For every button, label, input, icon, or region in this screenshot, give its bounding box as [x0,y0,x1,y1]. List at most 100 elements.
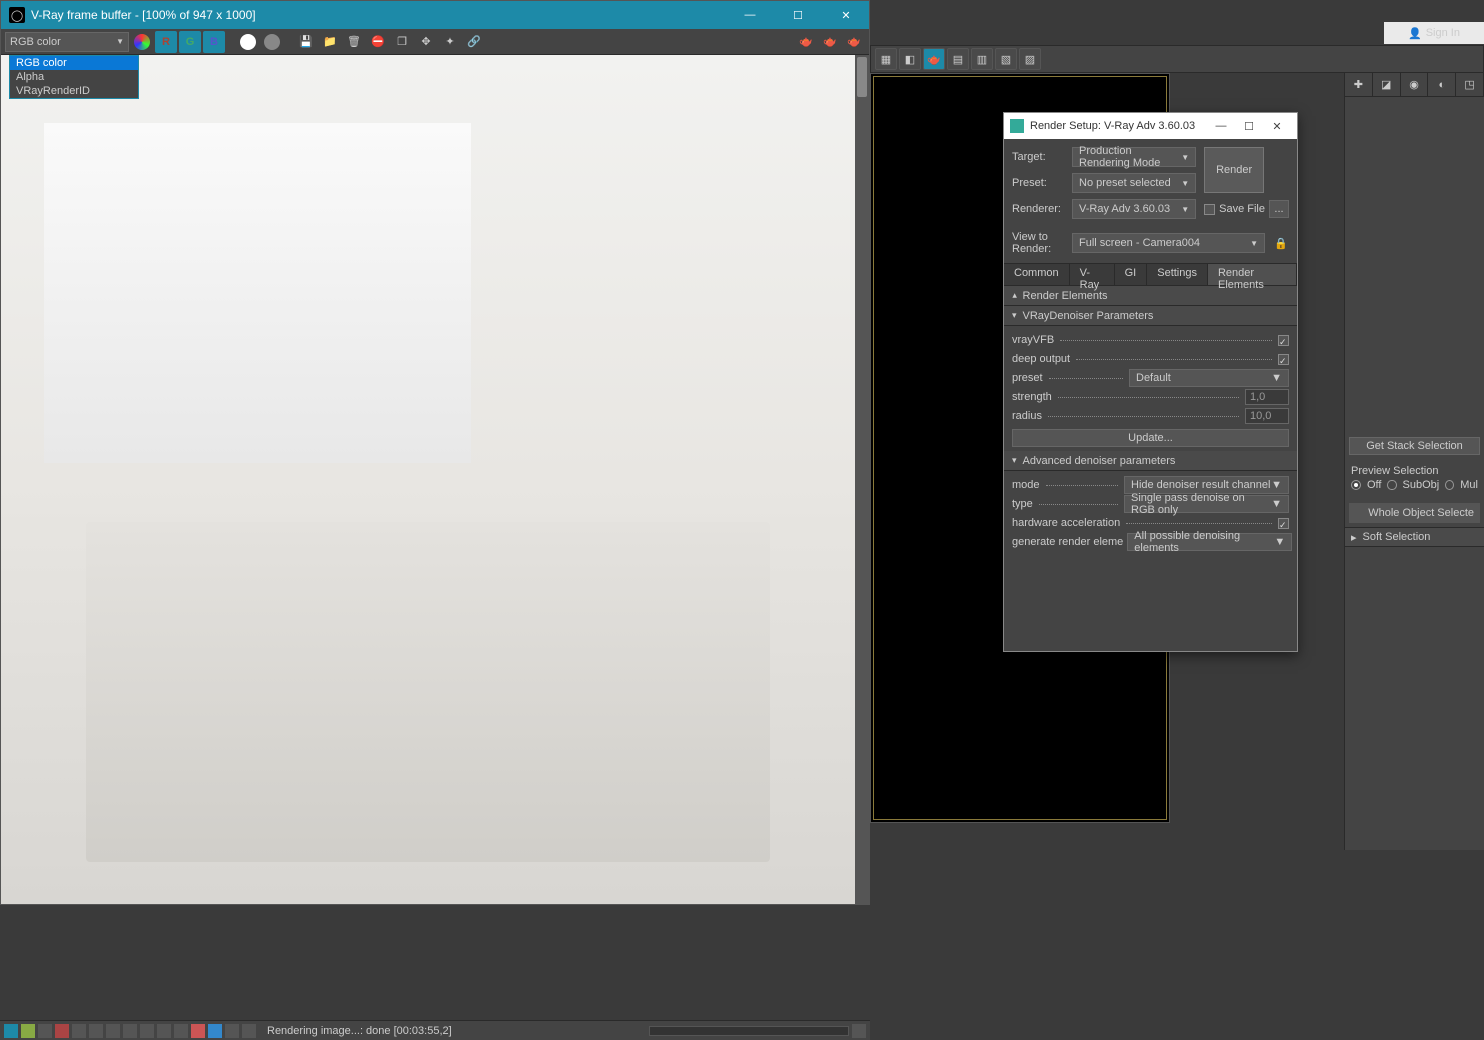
type-dropdown[interactable]: Single pass denoise on RGB only▼ [1124,495,1289,513]
rs-maximize-button[interactable]: ☐ [1235,116,1263,136]
preview-selection-label: Preview Selection [1351,465,1478,477]
tab-vray[interactable]: V-Ray [1070,264,1115,285]
cmd-tab-hierarchy[interactable]: ◉ [1401,73,1429,96]
tool-teapot[interactable]: 🫖 [923,48,945,70]
mono-button[interactable] [237,31,259,53]
render-setup-titlebar[interactable]: Render Setup: V-Ray Adv 3.60.03 — ☐ ✕ [1004,113,1297,139]
view-dropdown[interactable]: Full screen - Camera004▼ [1072,233,1265,253]
track-mouse-button[interactable]: ✦ [439,31,461,53]
channel-item-rgb[interactable]: RGB color [10,56,138,70]
mini-10[interactable] [157,1024,171,1038]
mini-end[interactable] [852,1024,866,1038]
tool-2[interactable]: ◧ [899,48,921,70]
tool-5[interactable]: ▧ [995,48,1017,70]
get-stack-button[interactable]: Get Stack Selection [1349,437,1480,455]
vrayvfb-label: vrayVFB [1012,334,1054,346]
mini-15[interactable] [242,1024,256,1038]
load-button[interactable]: 📁 [319,31,341,53]
mini-9[interactable] [140,1024,154,1038]
vray-icon: ◯ [9,7,25,23]
genre-dropdown[interactable]: All possible denoising elements▼ [1127,533,1292,551]
mini-4[interactable] [55,1024,69,1038]
cmd-tab-motion[interactable]: ◐ [1428,73,1456,96]
vertical-scrollbar[interactable] [855,55,869,904]
link-button[interactable]: 🔗 [463,31,485,53]
chevron-down-icon: ▼ [1181,205,1189,214]
minimize-button[interactable]: — [735,5,765,25]
preset-dropdown[interactable]: No preset selected▼ [1072,173,1196,193]
mini-8[interactable] [123,1024,137,1038]
save-button[interactable]: 💾 [295,31,317,53]
channel-dropdown-value: RGB color [10,36,61,48]
maximize-button[interactable]: ☐ [783,5,813,25]
savefile-checkbox[interactable] [1204,204,1215,215]
radio-subobj[interactable] [1387,480,1396,490]
mini-14[interactable] [225,1024,239,1038]
green-channel-button[interactable]: G [179,31,201,53]
tool-6[interactable]: ▨ [1019,48,1041,70]
cmd-tab-create[interactable]: ✚ [1345,73,1373,96]
radius-spinner[interactable]: 10,0 [1245,408,1289,424]
tab-settings[interactable]: Settings [1147,264,1208,285]
renderer-dropdown[interactable]: V-Ray Adv 3.60.03▼ [1072,199,1196,219]
rollout-header-advanced[interactable]: ▾ Advanced denoiser parameters [1004,451,1297,471]
region-button[interactable]: ✥ [415,31,437,53]
close-button[interactable]: ✕ [831,5,861,25]
mini-5[interactable] [72,1024,86,1038]
scrollbar-thumb[interactable] [857,57,867,97]
rollout-header-denoiser[interactable]: ▾ VRayDenoiser Parameters [1004,306,1297,326]
render-button[interactable]: Render [1204,147,1264,193]
mini-12[interactable] [191,1024,205,1038]
tab-render-elements[interactable]: Render Elements [1208,264,1297,285]
clear-button[interactable]: 🗑 [343,31,365,53]
mini-11[interactable] [174,1024,188,1038]
savefile-browse-button[interactable]: ... [1269,200,1289,218]
signin-button[interactable]: 👤 Sign In [1384,22,1484,44]
alpha-button[interactable] [261,31,283,53]
rgb-toggle-button[interactable] [131,31,153,53]
tab-gi[interactable]: GI [1115,264,1148,285]
blue-channel-button[interactable]: B [203,31,225,53]
update-button[interactable]: Update... [1012,429,1289,447]
mini-7[interactable] [106,1024,120,1038]
soft-selection-rollout[interactable]: ▸ Soft Selection [1345,527,1484,547]
tool-3[interactable]: ▤ [947,48,969,70]
mini-1[interactable] [4,1024,18,1038]
teapot-3-button[interactable]: 🫖 [843,31,865,53]
duplicate-button[interactable]: ❐ [391,31,413,53]
render-view[interactable] [1,55,855,904]
lock-view-button[interactable]: 🔒 [1273,235,1289,251]
target-dropdown[interactable]: Production Rendering Mode▼ [1072,147,1196,167]
channel-dropdown-list: RGB color Alpha VRayRenderID [9,55,139,99]
deep-checkbox[interactable] [1278,354,1289,365]
teapot-1-button[interactable]: 🫖 [795,31,817,53]
vfb-titlebar[interactable]: ◯ V-Ray frame buffer - [100% of 947 x 10… [1,1,869,29]
tab-common[interactable]: Common [1004,264,1070,285]
hwaccel-checkbox[interactable] [1278,518,1289,529]
cmd-tab-modify[interactable]: ◪ [1373,73,1401,96]
render-setup-tabs: Common V-Ray GI Settings Render Elements [1004,264,1297,286]
channel-dropdown[interactable]: RGB color ▼ [5,32,129,52]
strength-spinner[interactable]: 1,0 [1245,389,1289,405]
radius-label: radius [1012,410,1042,422]
mini-2[interactable] [21,1024,35,1038]
mini-6[interactable] [89,1024,103,1038]
channel-item-renderid[interactable]: VRayRenderID [10,84,138,98]
stop-button[interactable]: ⛔ [367,31,389,53]
channel-item-alpha[interactable]: Alpha [10,70,138,84]
cmd-tab-display[interactable]: ◳ [1456,73,1484,96]
tool-4[interactable]: ▥ [971,48,993,70]
teapot-2-button[interactable]: 🫖 [819,31,841,53]
radio-mul[interactable] [1445,480,1454,490]
mini-13[interactable] [208,1024,222,1038]
mini-3[interactable] [38,1024,52,1038]
whole-object-button[interactable]: Whole Object Selecte [1349,503,1480,523]
rs-close-button[interactable]: ✕ [1263,116,1291,136]
preset-param-value: Default [1136,372,1171,384]
rs-minimize-button[interactable]: — [1207,116,1235,136]
radio-off[interactable] [1351,480,1361,490]
preset-param-dropdown[interactable]: Default▼ [1129,369,1289,387]
red-channel-button[interactable]: R [155,31,177,53]
vrayvfb-checkbox[interactable] [1278,335,1289,346]
tool-1[interactable]: ▦ [875,48,897,70]
